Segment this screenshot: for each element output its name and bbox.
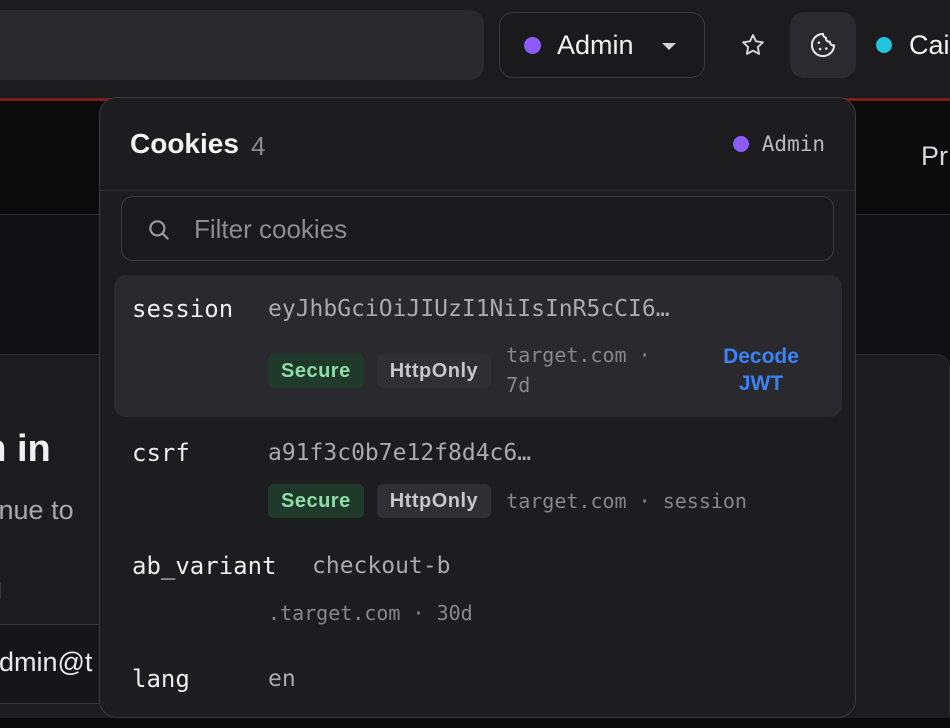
decode-jwt-button[interactable]: Decode JWT (704, 343, 818, 397)
cookie-attributes: Secure HttpOnly target.com · 7d (268, 343, 676, 400)
environment-color-dot (876, 37, 892, 53)
bookmark-button[interactable] (729, 14, 777, 76)
star-icon (742, 34, 764, 55)
nav-link[interactable]: Pr (921, 141, 948, 172)
signin-title: gn in (0, 428, 51, 470)
filter-cookies-input[interactable] (194, 209, 814, 249)
cookie-manager-button[interactable] (790, 12, 856, 78)
page-bottom-edge (0, 718, 950, 728)
cookie-attributes: .target.com · 30d (268, 596, 473, 628)
profile-color-dot (732, 136, 749, 152)
chevron-down-icon (662, 43, 676, 50)
popover-profile-indicator: Admin (732, 132, 825, 156)
cookie-value: eyJhbGciOiJIUzI1NiIsInR5cCI6… (268, 296, 670, 322)
signin-subtitle: ntinue to (0, 495, 74, 525)
profile-color-dot (524, 36, 541, 54)
cookie-value: en (268, 666, 296, 692)
popover-title: Cookies (130, 128, 239, 159)
email-label: il (0, 578, 2, 604)
popover-header: Cookies 4 Admin (100, 98, 855, 191)
profile-switcher-button[interactable]: Admin (499, 12, 705, 78)
httponly-badge: HttpOnly (376, 484, 492, 518)
environment-chip[interactable]: Cai (876, 30, 950, 60)
cookie-name: lang (132, 665, 190, 693)
cookies-popover: Cookies 4 Admin session eyJhbGciOiJIUzI1… (99, 97, 856, 718)
browser-toolbar: Admin Cai (0, 0, 950, 100)
cookie-domain-expiry: .target.com · 30d (268, 601, 473, 625)
cookie-row-csrf[interactable]: csrf a91f3c0b7e12f8d4c6… Secure HttpOnly… (114, 418, 842, 526)
popover-profile-label: Admin (761, 132, 825, 156)
httponly-badge: HttpOnly (376, 354, 492, 388)
email-value: dmin@t (0, 647, 93, 677)
secure-badge: Secure (268, 354, 364, 388)
cookie-name: ab_variant (132, 552, 277, 580)
cookie-name: csrf (132, 439, 190, 467)
cookie-domain-expiry: target.com · 7d (506, 343, 651, 397)
cookie-filter[interactable] (121, 196, 834, 261)
cookie-row-session[interactable]: session eyJhbGciOiJIUzI1NiIsInR5cCI6… Se… (114, 275, 842, 417)
environment-label: Cai (909, 29, 950, 60)
cookie-row-lang[interactable]: lang en (114, 651, 842, 717)
cookie-value: a91f3c0b7e12f8d4c6… (268, 440, 532, 466)
cookie-value: checkout-b (312, 553, 451, 579)
cookie-row-ab-variant[interactable]: ab_variant checkout-b .target.com · 30d (114, 538, 842, 638)
cookie-domain-expiry: target.com · session (506, 489, 747, 513)
cookie-name: session (132, 295, 234, 323)
address-bar[interactable] (0, 10, 484, 80)
secure-badge: Secure (268, 484, 364, 518)
cookie-attributes: Secure HttpOnly target.com · session (268, 484, 747, 518)
cookie-icon (810, 32, 836, 58)
search-icon (149, 220, 169, 240)
profile-label: Admin (557, 29, 634, 60)
cookie-count: 4 (251, 131, 266, 161)
